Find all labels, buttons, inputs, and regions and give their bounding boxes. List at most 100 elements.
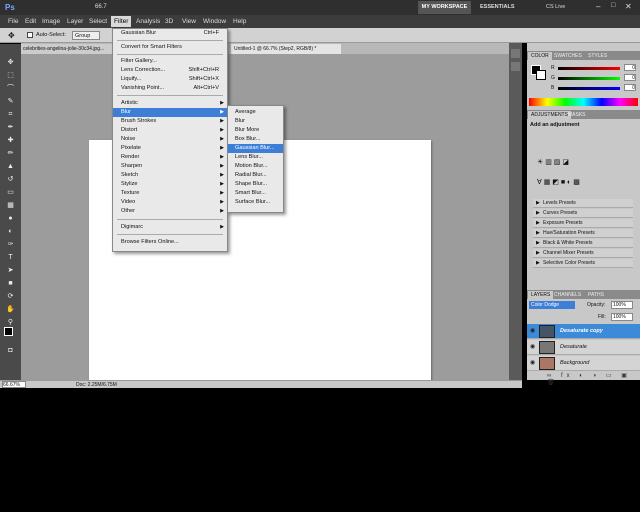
quick-mask-icon[interactable]: ◘: [5, 346, 16, 355]
color-ramp[interactable]: [529, 98, 638, 106]
tab-styles[interactable]: STYLES: [585, 52, 610, 60]
preset-curves[interactable]: ▶ Curves Presets: [533, 209, 633, 218]
quick-select-tool-icon[interactable]: ✎: [5, 97, 16, 106]
green-slider[interactable]: [558, 77, 620, 80]
essentials-button[interactable]: ESSENTIALS: [480, 4, 515, 10]
eyedropper-tool-icon[interactable]: ✒: [5, 123, 16, 132]
pen-tool-icon[interactable]: ✑: [5, 240, 16, 249]
cs-live-button[interactable]: CS Live: [546, 4, 565, 10]
dodge-tool-icon[interactable]: ◐: [5, 227, 16, 236]
menu-item-gaussian-blur[interactable]: Gaussian Blur...: [228, 144, 283, 153]
gradient-tool-icon[interactable]: ▦: [5, 201, 16, 210]
menu-item-texture[interactable]: Texture ▶: [113, 189, 227, 198]
red-value[interactable]: 0: [624, 64, 636, 71]
menu-view[interactable]: View: [182, 18, 196, 25]
dock-icon[interactable]: [511, 49, 520, 58]
eye-icon[interactable]: ◉: [530, 328, 536, 334]
auto-select-checkbox[interactable]: [27, 32, 33, 38]
blur-tool-icon[interactable]: ●: [5, 214, 16, 223]
menu-item-video[interactable]: Video ▶: [113, 198, 227, 207]
layer-row[interactable]: ◉ Desaturate: [527, 340, 640, 355]
menu-image[interactable]: Image: [42, 18, 60, 25]
menu-item-liquify[interactable]: Liquify... Shift+Ctrl+X: [113, 75, 227, 84]
menu-item-distort[interactable]: Distort ▶: [113, 126, 227, 135]
tab-color[interactable]: COLOR: [528, 52, 552, 60]
layers-footer-icons[interactable]: ∞ fx ◐ ◑ ▭ ▣ 🗑: [547, 372, 640, 386]
menu-item-stylize[interactable]: Stylize ▶: [113, 180, 227, 189]
lasso-tool-icon[interactable]: ⌒: [5, 84, 16, 93]
preset-black-white[interactable]: ▶ Black & White Presets: [533, 239, 633, 248]
foreground-color-swatch[interactable]: [4, 327, 13, 336]
close-icon[interactable]: ✕: [625, 2, 632, 11]
menu-item-blur[interactable]: Blur ▶: [113, 108, 227, 117]
menu-item-blur-more[interactable]: Blur More: [228, 126, 283, 135]
maximize-icon[interactable]: □: [611, 2, 615, 9]
menu-layer[interactable]: Layer: [67, 18, 83, 25]
type-tool-icon[interactable]: T: [5, 253, 16, 262]
menu-item-noise[interactable]: Noise ▶: [113, 135, 227, 144]
menu-window[interactable]: Window: [203, 18, 226, 25]
menu-item-lens-blur[interactable]: Lens Blur...: [228, 153, 283, 162]
menu-help[interactable]: Help: [233, 18, 246, 25]
menu-3d[interactable]: 3D: [165, 18, 173, 25]
menu-item-smart-blur[interactable]: Smart Blur...: [228, 189, 283, 198]
tab-paths[interactable]: PATHS: [585, 291, 607, 299]
menu-item-motion-blur[interactable]: Motion Blur...: [228, 162, 283, 171]
preset-hue-saturation[interactable]: ▶ Hue/Saturation Presets: [533, 229, 633, 238]
background-color-swatch[interactable]: [536, 70, 546, 80]
menu-item-surface-blur[interactable]: Surface Blur...: [228, 198, 283, 207]
menu-item-box-blur[interactable]: Box Blur...: [228, 135, 283, 144]
doc-tab-2[interactable]: Untitled-1 @ 66.7% (Step2, RGB/8) *: [231, 44, 341, 54]
3d-rotate-tool-icon[interactable]: ⟳: [5, 292, 16, 301]
menu-select[interactable]: Select: [89, 18, 107, 25]
menu-item-pixelate[interactable]: Pixelate ▶: [113, 144, 227, 153]
hand-tool-icon[interactable]: ✋: [5, 305, 16, 314]
menu-filter[interactable]: Filter: [111, 16, 132, 27]
adjustment-icons-row2[interactable]: ∀ ▦ ◩ ■ ◐ ▩: [537, 178, 580, 186]
auto-select-dropdown[interactable]: Group: [72, 31, 100, 40]
blue-value[interactable]: 0: [624, 84, 636, 91]
layer-row[interactable]: ◉ Background: [527, 356, 640, 371]
path-select-tool-icon[interactable]: ➤: [5, 266, 16, 275]
preset-channel-mixer[interactable]: ▶ Channel Mixer Presets: [533, 249, 633, 258]
menu-item-filter-gallery[interactable]: Filter Gallery...: [113, 57, 227, 66]
menu-item-lens-correction[interactable]: Lens Correction... Shift+Ctrl+R: [113, 66, 227, 75]
healing-tool-icon[interactable]: ✚: [5, 136, 16, 145]
menu-item-digimarc[interactable]: Digimarc ▶: [113, 223, 227, 232]
eye-icon[interactable]: ◉: [530, 360, 536, 366]
marquee-tool-icon[interactable]: ⬚: [5, 71, 16, 80]
red-slider[interactable]: [558, 67, 620, 70]
menu-item-shape-blur[interactable]: Shape Blur...: [228, 180, 283, 189]
menu-item-sharpen[interactable]: Sharpen ▶: [113, 162, 227, 171]
preset-levels[interactable]: ▶ Levels Presets: [533, 199, 633, 208]
shape-tool-icon[interactable]: ■: [5, 279, 16, 288]
adjustment-icons-row1[interactable]: ☀ ▥ ▨ ◪: [537, 158, 569, 166]
preset-exposure[interactable]: ▶ Exposure Presets: [533, 219, 633, 228]
menu-item-average[interactable]: Average: [228, 108, 283, 117]
layer-row[interactable]: ◉ Desaturate copy: [527, 324, 640, 339]
fill-input[interactable]: 100%: [611, 313, 633, 321]
preset-selective-color[interactable]: ▶ Selective Color Presets: [533, 259, 633, 268]
move-tool-icon[interactable]: ✥: [5, 58, 16, 67]
menu-item-blur-simple[interactable]: Blur: [228, 117, 283, 126]
stamp-tool-icon[interactable]: ▲: [5, 162, 16, 171]
menu-item-artistic[interactable]: Artistic ▶: [113, 99, 227, 108]
zoom-tool-icon[interactable]: ⚲: [5, 318, 16, 327]
crop-tool-icon[interactable]: ⌗: [5, 110, 16, 119]
menu-item-sketch[interactable]: Sketch ▶: [113, 171, 227, 180]
tab-masks[interactable]: MASKS: [565, 111, 589, 119]
minimize-icon[interactable]: –: [596, 2, 600, 11]
doc-tab-1[interactable]: celebrities-angelina-jolie-30c34.jpg...: [21, 44, 113, 54]
opacity-input[interactable]: 100%: [611, 301, 633, 309]
history-brush-tool-icon[interactable]: ↺: [5, 175, 16, 184]
zoom-level[interactable]: 66.7: [95, 4, 107, 10]
dock-icon[interactable]: [511, 62, 520, 71]
menu-item-render[interactable]: Render ▶: [113, 153, 227, 162]
blend-mode-dropdown[interactable]: Color Dodge: [529, 301, 575, 309]
tab-channels[interactable]: CHANNELS: [551, 291, 584, 299]
menu-item-radial-blur[interactable]: Radial Blur...: [228, 171, 283, 180]
my-workspace-button[interactable]: MY WORKSPACE: [418, 1, 471, 14]
tab-layers[interactable]: LAYERS: [528, 291, 554, 299]
menu-item-other[interactable]: Other ▶: [113, 207, 227, 216]
menu-file[interactable]: File: [8, 18, 18, 25]
